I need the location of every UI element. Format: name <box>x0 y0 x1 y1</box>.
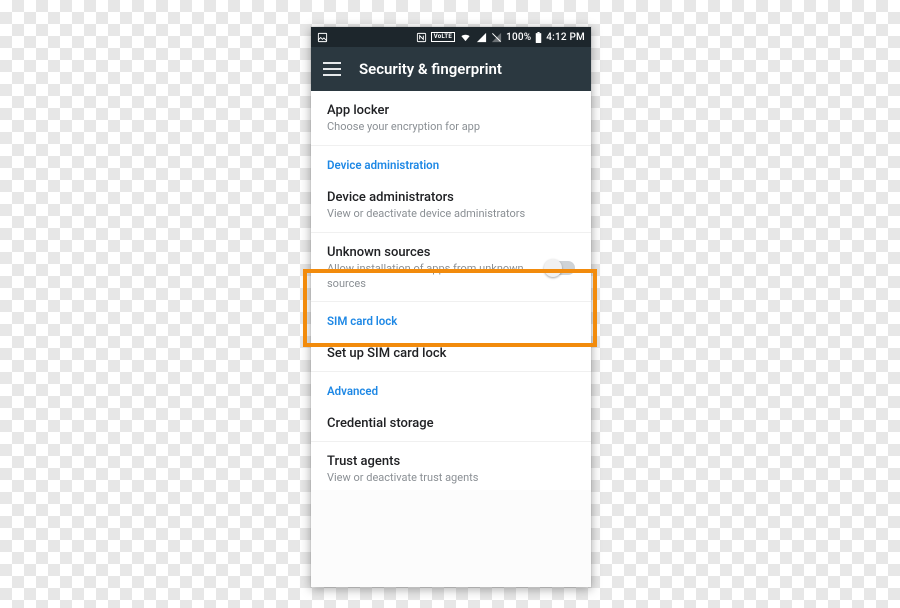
row-title: Set up SIM card lock <box>327 346 575 361</box>
section-advanced: Advanced <box>311 371 591 404</box>
settings-list: App locker Choose your encryption for ap… <box>311 91 591 490</box>
row-device-administrators[interactable]: Device administrators View or deactivate… <box>311 178 591 232</box>
row-trust-agents[interactable]: Trust agents View or deactivate trust ag… <box>311 441 591 490</box>
row-app-locker[interactable]: App locker Choose your encryption for ap… <box>311 91 591 145</box>
row-unknown-sources[interactable]: Unknown sources Allow installation of ap… <box>311 232 591 302</box>
battery-percent: 100% <box>506 32 531 43</box>
row-subtitle: View or deactivate trust agents <box>327 471 575 486</box>
page-title: Security & fingerprint <box>359 60 502 78</box>
no-sim-icon <box>491 32 502 43</box>
wifi-icon <box>459 32 472 43</box>
nfc-icon <box>416 32 427 43</box>
section-device-administration: Device administration <box>311 145 591 178</box>
row-title: App locker <box>327 103 575 118</box>
row-title: Unknown sources <box>327 245 535 260</box>
picture-icon <box>317 32 328 43</box>
toggle-unknown-sources[interactable] <box>545 261 575 275</box>
phone-frame: VoLTE 100% 4:12 PM Security & fingerprin… <box>311 27 591 587</box>
status-bar: VoLTE 100% 4:12 PM <box>311 27 591 47</box>
clock: 4:12 PM <box>546 32 585 43</box>
row-setup-sim-lock[interactable]: Set up SIM card lock <box>311 334 591 371</box>
section-sim-card-lock: SIM card lock <box>311 301 591 334</box>
row-subtitle: Allow installation of apps from unknown … <box>327 262 535 292</box>
row-credential-storage[interactable]: Credential storage <box>311 404 591 441</box>
row-title: Device administrators <box>327 190 575 205</box>
row-title: Credential storage <box>327 416 575 431</box>
app-bar: Security & fingerprint <box>311 47 591 91</box>
signal-icon <box>476 32 487 43</box>
menu-icon[interactable] <box>323 62 341 76</box>
volte-badge: VoLTE <box>431 32 455 42</box>
row-subtitle: Choose your encryption for app <box>327 120 575 135</box>
row-title: Trust agents <box>327 454 575 469</box>
battery-icon <box>535 32 542 43</box>
row-subtitle: View or deactivate device administrators <box>327 207 575 222</box>
